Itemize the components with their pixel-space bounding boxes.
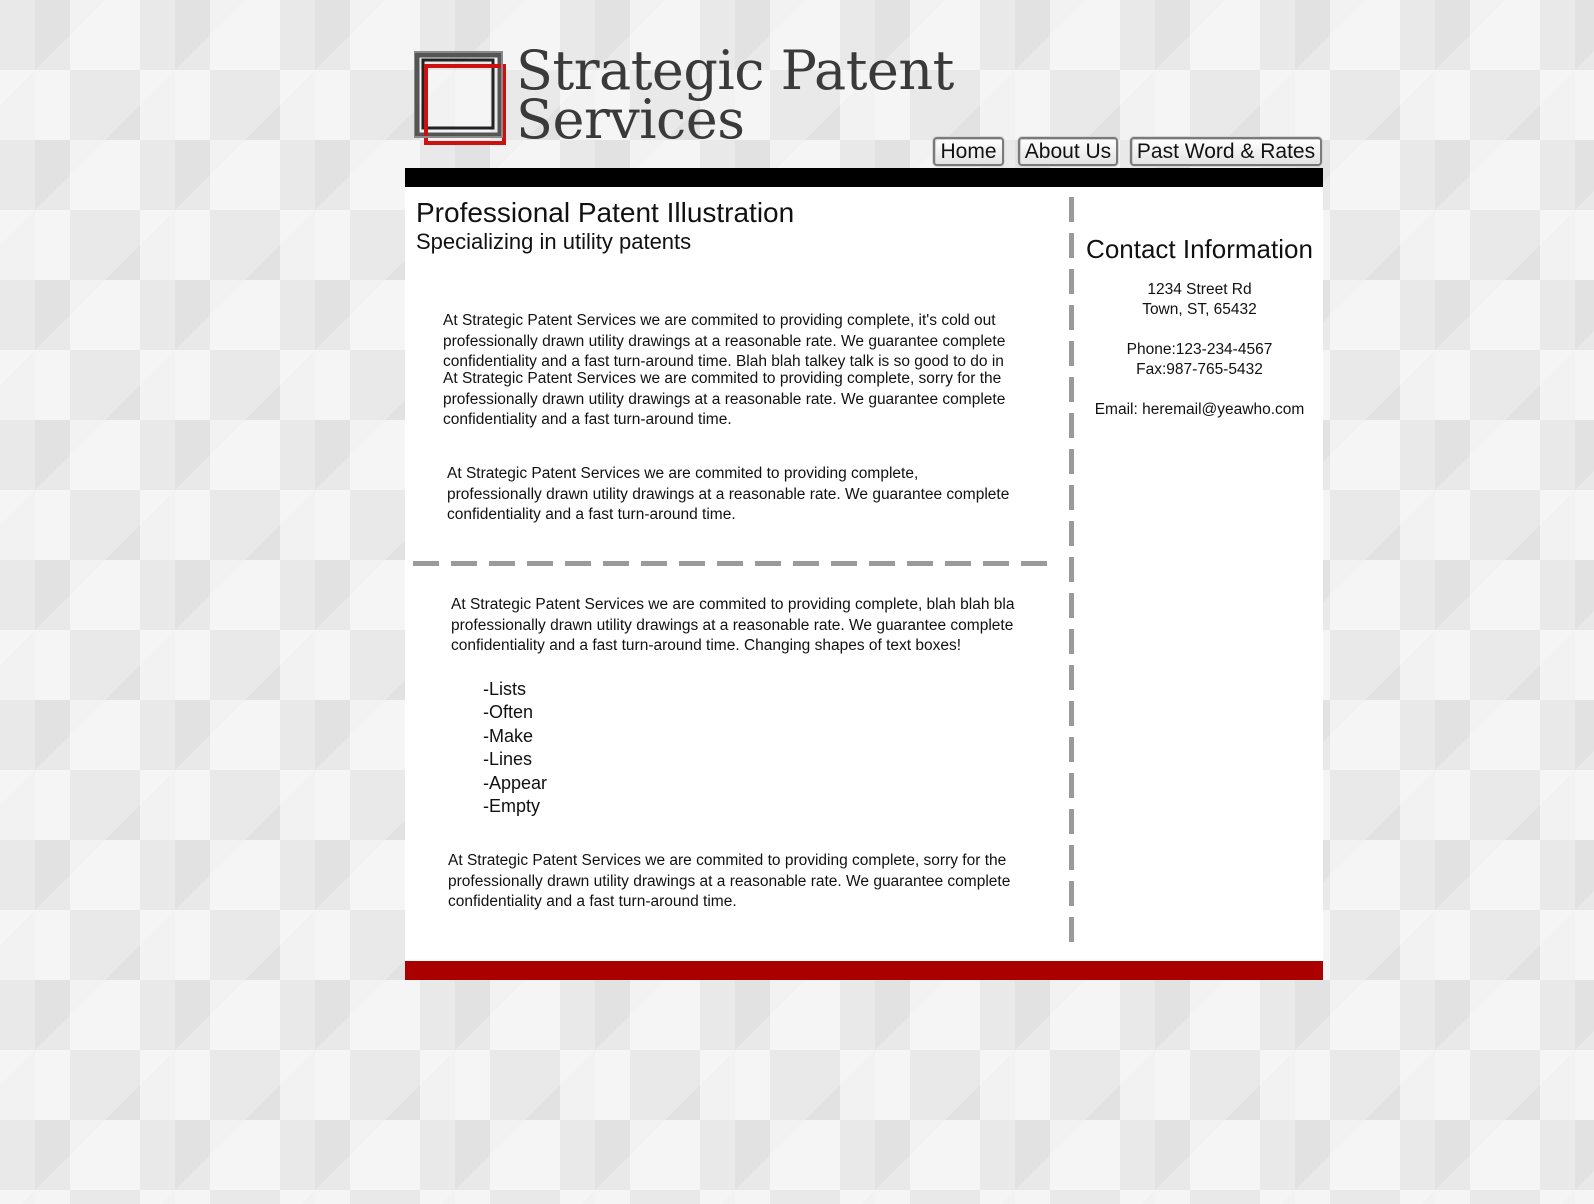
page-title: Professional Patent Illustration [416,197,795,228]
logo-wordmark: Strategic Patent Services [516,44,954,151]
paragraph-line: professionally drawn utility drawings at… [447,485,1010,503]
nav-about-us-button[interactable]: About Us [1018,137,1118,166]
nav-past-work-rates-button[interactable]: Past Word & Rates [1130,137,1322,166]
paragraph-line: At Strategic Patent Services we are comm… [448,852,1007,869]
section-divider [413,561,1058,566]
list-item: -Make [483,725,534,746]
body-paragraph: At Strategic Patent Services we are comm… [443,369,1005,431]
body-paragraph: At Strategic Patent Services we are comm… [443,311,1005,373]
paragraph-line: professionally drawn utility drawings at… [443,332,1006,350]
contact-city: Town, ST, 65432 [1142,301,1257,318]
contact-phone: Phone:123-234-4567 [1126,341,1273,358]
list-item: -Often [483,702,534,723]
list-item: -Appear [483,772,548,793]
list-item: -Lists [483,679,527,699]
column-divider [1069,197,1074,953]
nav-home-button[interactable]: Home [933,137,1004,166]
contact-heading: Contact Information [1086,234,1313,264]
body-paragraph: At Strategic Patent Services we are comm… [448,851,1010,913]
header-bar [405,168,1323,187]
paragraph-line: At Strategic Patent Services we are comm… [447,465,919,482]
paragraph-line: confidentiality and a fast turn-around t… [451,637,962,654]
contact-email[interactable]: Email: heremail@yeawho.com [1080,401,1319,419]
page-subtitle: Specializing in utility patents [416,229,692,254]
paragraph-line: professionally drawn utility drawings at… [451,616,1014,634]
logo-squares-icon [414,51,506,145]
paragraph-line: At Strategic Patent Services we are comm… [451,596,1015,613]
logo-line-2: Services [516,88,745,151]
paragraph-line: professionally drawn utility drawings at… [443,390,1006,408]
paragraph-line: At Strategic Patent Services we are comm… [443,312,996,329]
contact-fax: Fax:987-765-5432 [1136,361,1263,378]
list-item: -Empty [483,796,541,817]
feature-list: -Lists -Often -Make -Lines -Appear -Empt… [483,678,547,818]
paragraph-line: At Strategic Patent Services we are comm… [443,370,1002,387]
body-paragraph: At Strategic Patent Services we are comm… [451,595,1014,657]
footer-bar [405,961,1323,980]
contact-street: 1234 Street Rd [1147,281,1252,298]
paragraph-line: confidentiality and a fast turn-around t… [448,893,737,910]
site-logo[interactable]: Strategic Patent Services [414,44,954,147]
paragraph-line: confidentiality and a fast turn-around t… [447,506,736,523]
paragraph-line: professionally drawn utility drawings at… [448,872,1011,890]
paragraph-line: confidentiality and a fast turn-around t… [443,411,732,428]
list-item: -Lines [483,749,533,770]
body-paragraph: At Strategic Patent Services we are comm… [447,464,1009,526]
